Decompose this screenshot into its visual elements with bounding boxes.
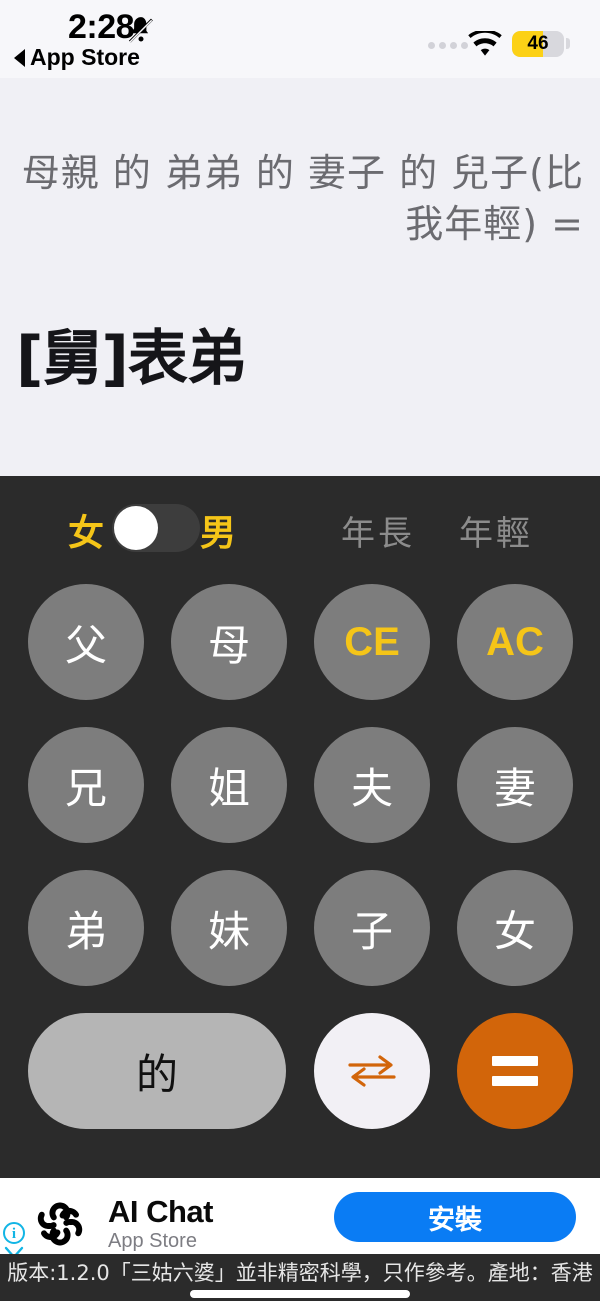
key-elder-sister[interactable]: 姐 (171, 727, 287, 843)
battery-percent: 46 (527, 33, 549, 54)
ad-banner[interactable]: i AI Chat App Store 安裝 (0, 1178, 600, 1259)
back-to-app-store-link[interactable]: App Store (14, 44, 140, 71)
ad-app-icon (26, 1190, 94, 1258)
info-icon[interactable]: i (3, 1222, 25, 1244)
status-bar: 2:28 App Store 46 (0, 0, 600, 78)
key-possessive-de[interactable]: 的 (28, 1013, 286, 1129)
swap-arrows-icon (348, 1055, 396, 1087)
openai-flower-icon (37, 1202, 83, 1246)
key-equals[interactable] (457, 1013, 573, 1129)
ad-install-button[interactable]: 安裝 (334, 1192, 576, 1242)
gender-switch-knob[interactable] (114, 506, 158, 550)
keypad-panel: 女 男 年長 年輕 父 母 CE AC 兄 姐 夫 妻 弟 妹 子 女 的 (0, 476, 600, 1178)
footer-bar: 版本:1.2.0「三姑六婆」並非精密科學，只作參考。產地：香港 (0, 1254, 600, 1301)
key-swap[interactable] (314, 1013, 430, 1129)
gender-female-label[interactable]: 女 (68, 504, 104, 556)
status-time: 2:28 (68, 8, 135, 46)
signal-dots-icon (428, 42, 468, 49)
key-wife[interactable]: 妻 (457, 727, 573, 843)
key-ce[interactable]: CE (314, 584, 430, 700)
age-younger-button[interactable]: 年輕 (459, 506, 533, 555)
app-screen: 2:28 App Store 46 母親 的 弟弟 的 妻子 的 兒子(比我年輕… (0, 0, 600, 1301)
equals-icon (492, 1056, 538, 1086)
age-older-button[interactable]: 年長 (341, 506, 415, 555)
version-disclaimer: 版本:1.2.0「三姑六婆」並非精密科學，只作參考。產地：香港 (7, 1261, 593, 1285)
triangle-left-icon (14, 48, 25, 67)
key-younger-brother[interactable]: 弟 (28, 870, 144, 986)
battery-indicator: 46 (512, 31, 564, 57)
back-label: App Store (30, 44, 140, 70)
wifi-icon (468, 31, 502, 56)
key-father[interactable]: 父 (28, 584, 144, 700)
expression-text: 母親 的 弟弟 的 妻子 的 兒子(比我年輕) = (21, 151, 584, 247)
ad-subtitle: App Store (108, 1230, 197, 1252)
bell-slash-icon (128, 17, 153, 43)
calculator-display: 母親 的 弟弟 的 妻子 的 兒子(比我年輕) = [舅]表弟 (0, 78, 600, 476)
key-daughter[interactable]: 女 (457, 870, 573, 986)
home-indicator[interactable] (190, 1290, 410, 1298)
key-son[interactable]: 子 (314, 870, 430, 986)
ad-title: AI Chat (108, 1194, 214, 1229)
key-elder-brother[interactable]: 兄 (28, 727, 144, 843)
key-mother[interactable]: 母 (171, 584, 287, 700)
key-ac[interactable]: AC (457, 584, 573, 700)
gender-age-toggle-row: 女 男 年長 年輕 (0, 496, 600, 562)
key-husband[interactable]: 夫 (314, 727, 430, 843)
result-text: [舅]表弟 (16, 324, 247, 394)
gender-male-label[interactable]: 男 (200, 504, 236, 556)
key-younger-sister[interactable]: 妹 (171, 870, 287, 986)
battery-tip (566, 38, 570, 49)
gender-switch[interactable] (112, 504, 200, 552)
